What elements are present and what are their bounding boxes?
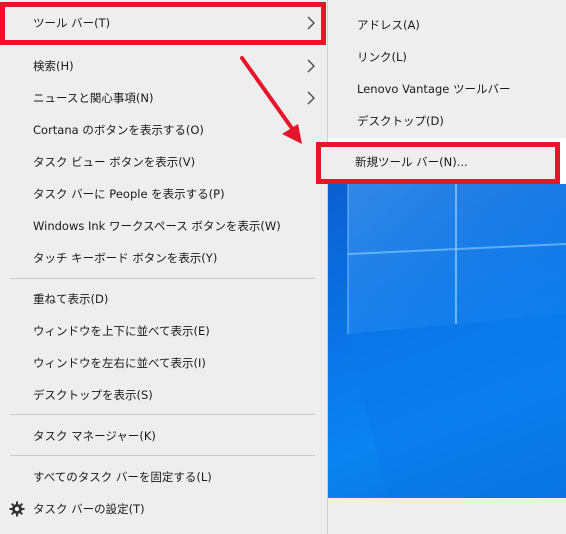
menu-item-label: タスク バーに People を表示する(P) bbox=[33, 187, 225, 201]
menu-item-label: Lenovo Vantage ツールバー bbox=[357, 82, 511, 96]
submenu-item-lenovo-vantage[interactable]: Lenovo Vantage ツールバー bbox=[328, 74, 566, 104]
menu-item-label: ウィンドウを左右に並べて表示(I) bbox=[33, 356, 206, 370]
toolbars-submenu: アドレス(A) リンク(L) Lenovo Vantage ツールバー デスクト… bbox=[328, 0, 566, 138]
menu-item-label: すべてのタスク バーを固定する(L) bbox=[33, 470, 212, 484]
menu-item-show-people[interactable]: タスク バーに People を表示する(P) bbox=[0, 179, 327, 209]
menu-item-label: デスクトップを表示(S) bbox=[33, 388, 153, 402]
menu-item-show-desktop[interactable]: デスクトップを表示(S) bbox=[0, 380, 327, 410]
menu-item-show-touch-keyboard[interactable]: タッチ キーボード ボタンを表示(Y) bbox=[0, 243, 327, 273]
submenu-item-desktop[interactable]: デスクトップ(D) bbox=[328, 106, 566, 136]
menu-item-cascade-windows[interactable]: 重ねて表示(D) bbox=[0, 284, 327, 314]
menu-item-label: タッチ キーボード ボタンを表示(Y) bbox=[33, 251, 218, 265]
menu-item-side-by-side-windows[interactable]: ウィンドウを左右に並べて表示(I) bbox=[0, 348, 327, 378]
menu-item-taskbar-settings[interactable]: タスク バーの設定(T) bbox=[0, 494, 327, 524]
menu-separator bbox=[10, 278, 315, 279]
menu-item-toolbars[interactable]: ツール バー(T) bbox=[0, 8, 327, 38]
menu-item-lock-taskbars[interactable]: すべてのタスク バーを固定する(L) bbox=[0, 462, 327, 492]
menu-separator bbox=[10, 414, 315, 415]
gear-icon bbox=[9, 501, 25, 517]
menu-item-label: タスク ビュー ボタンを表示(V) bbox=[33, 155, 196, 169]
chevron-right-icon bbox=[307, 16, 315, 30]
submenu-item-address[interactable]: アドレス(A) bbox=[328, 10, 566, 40]
menu-item-label: 新規ツール バー(N)... bbox=[355, 155, 468, 169]
menu-background bbox=[328, 498, 566, 534]
menu-item-show-windows-ink[interactable]: Windows Ink ワークスペース ボタンを表示(W) bbox=[0, 211, 327, 241]
menu-item-label: ツール バー(T) bbox=[33, 16, 111, 30]
menu-item-label: Cortana のボタンを表示する(O) bbox=[33, 123, 204, 137]
menu-item-label: 検索(H) bbox=[33, 59, 74, 73]
menu-item-label: アドレス(A) bbox=[357, 18, 420, 32]
menu-item-label: タスク マネージャー(K) bbox=[33, 429, 156, 443]
menu-item-label: ウィンドウを上下に並べて表示(E) bbox=[33, 324, 210, 338]
menu-item-label: Windows Ink ワークスペース ボタンを表示(W) bbox=[33, 219, 281, 233]
windows-logo-light bbox=[347, 184, 566, 498]
menu-separator bbox=[10, 455, 315, 456]
menu-item-label: 重ねて表示(D) bbox=[33, 292, 109, 306]
arrow-icon bbox=[240, 56, 302, 144]
menu-item-label: リンク(L) bbox=[357, 50, 407, 64]
menu-item-label: デスクトップ(D) bbox=[357, 114, 444, 128]
desktop-wallpaper bbox=[328, 184, 566, 498]
menu-item-task-manager[interactable]: タスク マネージャー(K) bbox=[0, 421, 327, 451]
submenu-item-links[interactable]: リンク(L) bbox=[328, 42, 566, 72]
menu-item-label: ニュースと関心事項(N) bbox=[33, 91, 154, 105]
menu-item-label: タスク バーの設定(T) bbox=[33, 502, 145, 516]
submenu-item-new-toolbar[interactable]: 新規ツール バー(N)... bbox=[316, 142, 560, 184]
menu-item-stack-windows[interactable]: ウィンドウを上下に並べて表示(E) bbox=[0, 316, 327, 346]
